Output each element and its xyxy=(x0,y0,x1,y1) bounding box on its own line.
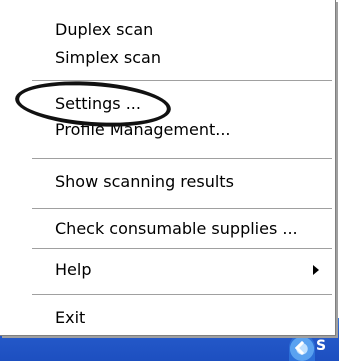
tray-text: S xyxy=(316,338,327,354)
menu-item-settings[interactable]: Settings ... xyxy=(55,94,141,114)
menu-item-help[interactable]: Help xyxy=(55,260,91,280)
menu-item-check-consumable-supplies[interactable]: Check consumable supplies ... xyxy=(55,219,298,239)
menu-separator xyxy=(32,294,332,296)
menu-separator xyxy=(32,248,332,250)
menu-item-simplex-scan[interactable]: Simplex scan xyxy=(55,48,161,68)
context-menu: Duplex scan Simplex scan Settings ... Pr… xyxy=(0,0,336,336)
menu-item-profile-management[interactable]: Profile Management... xyxy=(55,120,231,140)
tray-scanner-icon[interactable] xyxy=(289,334,315,361)
menu-item-show-scanning-results[interactable]: Show scanning results xyxy=(55,172,234,192)
menu-separator xyxy=(32,158,332,160)
menu-item-exit[interactable]: Exit xyxy=(55,308,85,328)
menu-item-duplex-scan[interactable]: Duplex scan xyxy=(55,20,153,40)
menu-separator xyxy=(32,208,332,210)
menu-separator xyxy=(32,80,332,82)
submenu-arrow-icon xyxy=(313,265,319,275)
